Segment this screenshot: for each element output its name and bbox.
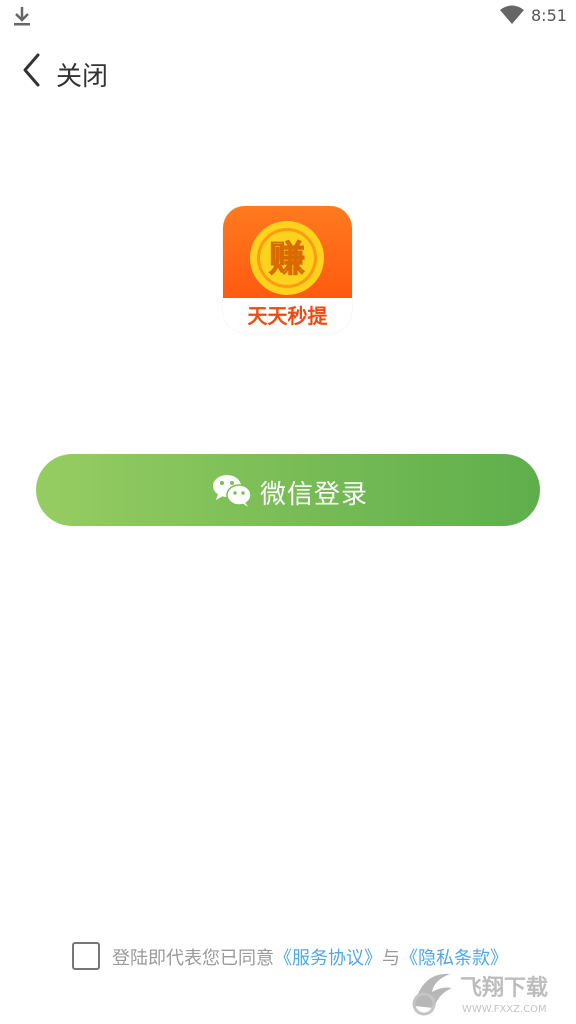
wechat-login-button[interactable]: 微信登录 [36, 454, 540, 526]
back-button[interactable] [18, 52, 48, 88]
agreement-connector: 与 [382, 948, 400, 969]
wechat-login-label: 微信登录 [260, 480, 369, 510]
coin-icon: 赚 [250, 221, 324, 295]
service-agreement-link[interactable]: 《服务协议》 [274, 948, 382, 969]
watermark-title: 飞翔下载 [460, 975, 548, 1001]
status-bar: 8:51 [0, 0, 576, 32]
wechat-icon [213, 475, 252, 507]
close-label[interactable]: 关闭 [56, 56, 108, 93]
watermark-site: WWW.FXXZ.COM [462, 1004, 547, 1015]
agreement-prefix: 登陆即代表您已同意 [112, 948, 274, 969]
app-name: 天天秒提 [247, 304, 328, 328]
download-icon [14, 7, 30, 26]
app-logo: 赚 天天秒提 [223, 206, 352, 333]
site-watermark: 飞翔下载 WWW.FXXZ.COM [408, 966, 568, 1018]
chevron-left-icon[interactable] [18, 52, 48, 88]
coin-char: 赚 [269, 239, 305, 280]
agreement-checkbox[interactable] [72, 942, 100, 970]
wifi-icon [500, 5, 524, 24]
status-time: 8:51 [531, 6, 567, 25]
